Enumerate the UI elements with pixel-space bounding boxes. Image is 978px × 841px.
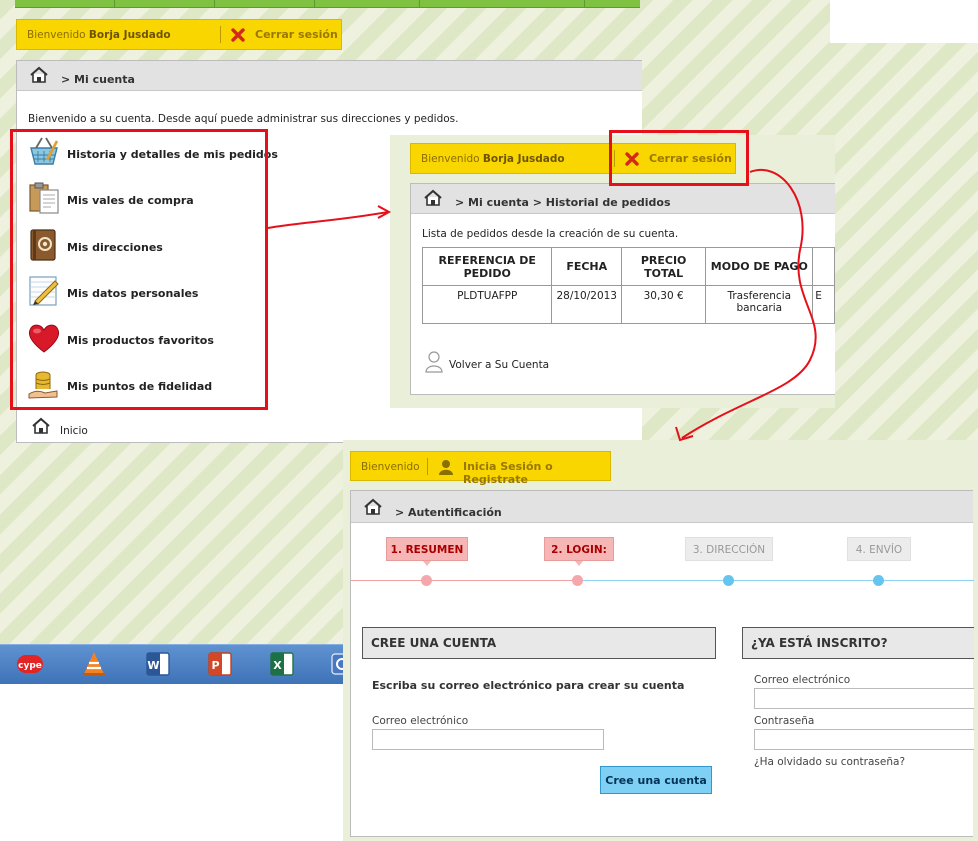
breadcrumb-current: > Historial de pedidos (532, 196, 671, 209)
step-summary[interactable]: 1. RESUMEN (386, 537, 468, 561)
account-intro: Bienvenido a su cuenta. Desde aquí puede… (28, 113, 459, 125)
step-shipping: 4. ENVÍO (847, 537, 911, 561)
excel-icon[interactable]: X (268, 650, 296, 678)
top-nav-bar (15, 0, 640, 8)
windows-taskbar: cype W P X (0, 644, 353, 684)
login-email-label: Correo electrónico (754, 674, 851, 686)
white-background-patch-lower (0, 684, 345, 841)
authentication-panel: > Autentificación 1. RESUMEN 2. LOGIN: 3… (350, 490, 974, 837)
user-icon (425, 351, 443, 373)
column-header: REFERENCIA DE PEDIDO (421, 247, 553, 286)
svg-text:W: W (147, 659, 159, 672)
order-reference[interactable]: PLDTUAFPP (421, 285, 553, 324)
arrow-head (675, 426, 694, 442)
step-pointer (423, 561, 431, 566)
create-account-heading: CREE UNA CUENTA (362, 627, 716, 659)
column-header-truncated: E (812, 247, 835, 286)
home-icon[interactable] (363, 498, 383, 516)
step-pointer (575, 561, 583, 566)
breadcrumb: > Mi cuenta > Historial de pedidos (411, 184, 835, 214)
welcome-text: Bienvenido Borja Jusdado (27, 29, 171, 41)
step-login[interactable]: 2. LOGIN: (544, 537, 614, 561)
svg-text:cype: cype (18, 661, 42, 671)
home-link[interactable]: Inicio (60, 425, 88, 437)
powerpoint-icon[interactable]: P (206, 650, 234, 678)
forgot-password-link[interactable]: ¿Ha olvidado su contraseña? (754, 756, 905, 768)
word-icon[interactable]: W (144, 650, 172, 678)
cype-icon[interactable]: cype (16, 650, 44, 678)
progress-dot-done (572, 575, 583, 586)
breadcrumb-current: > Mi cuenta (61, 73, 135, 86)
order-total: 30,30 € (620, 285, 707, 324)
login-password-input[interactable] (754, 729, 974, 750)
order-payment-method: Trasferencia bancaria (705, 285, 814, 324)
welcome-text: Bienvenido Borja Jusdado (421, 153, 565, 165)
breadcrumb-account-link[interactable]: > Mi cuenta (455, 196, 529, 209)
create-account-instructions: Escriba su correo electrónico para crear… (372, 679, 685, 692)
svg-text:P: P (211, 659, 219, 672)
breadcrumb-current: > Autentificación (395, 506, 502, 519)
progress-line-done (351, 580, 579, 581)
user-icon (439, 460, 453, 475)
table-header-row: REFERENCIA DE PEDIDO FECHA PRECIO TOTAL … (421, 247, 835, 286)
column-header: MODO DE PAGO (705, 247, 814, 286)
column-header: PRECIO TOTAL (620, 247, 707, 286)
user-bar: Bienvenido Borja Jusdado Cerrar sesión (16, 19, 342, 50)
breadcrumb: > Autentificación (351, 491, 973, 523)
login-register-link[interactable]: Inicia Sesión o Registrate (463, 460, 610, 486)
create-account-button[interactable]: Cree una cuenta (600, 766, 712, 794)
login-email-input[interactable] (754, 688, 974, 709)
annotation-logout-highlight (609, 130, 749, 186)
breadcrumb-trail: > Mi cuenta > Historial de pedidos (455, 196, 671, 209)
annotation-menu-highlight (10, 129, 268, 410)
order-history-panel: > Mi cuenta > Historial de pedidos Lista… (410, 183, 835, 395)
column-header: FECHA (551, 247, 622, 286)
login-password-label: Contraseña (754, 715, 815, 727)
vlc-icon[interactable] (80, 650, 108, 678)
orders-table: REFERENCIA DE PEDIDO FECHA PRECIO TOTAL … (421, 247, 835, 324)
breadcrumb: > Mi cuenta (17, 61, 642, 91)
progress-line-pending (579, 580, 974, 581)
progress-dot-pending (723, 575, 734, 586)
svg-text:X: X (273, 659, 282, 672)
home-icon[interactable] (29, 66, 49, 84)
order-history-intro: Lista de pedidos desde la creación de su… (422, 228, 679, 240)
step-address: 3. DIRECCIÓN (685, 537, 773, 561)
back-to-account-link[interactable]: Volver a Su Cuenta (449, 359, 549, 371)
close-icon (231, 28, 245, 42)
welcome-text: Bienvenido (361, 461, 420, 473)
create-email-input[interactable] (372, 729, 604, 750)
progress-dot-done (421, 575, 432, 586)
user-bar: Bienvenido Inicia Sesión o Registrate (350, 451, 611, 486)
create-email-label: Correo electrónico (372, 715, 469, 727)
table-row[interactable]: PLDTUAFPP 28/10/2013 30,30 € Trasferenci… (421, 285, 835, 324)
progress-dot-pending (873, 575, 884, 586)
home-icon[interactable] (423, 189, 443, 207)
logout-link[interactable]: Cerrar sesión (255, 28, 338, 41)
white-background-patch (830, 0, 978, 43)
order-date: 28/10/2013 (551, 285, 622, 324)
order-status-truncated: E (812, 285, 835, 324)
already-registered-heading: ¿YA ESTÁ INSCRITO? (742, 627, 974, 659)
home-icon[interactable] (31, 417, 51, 435)
